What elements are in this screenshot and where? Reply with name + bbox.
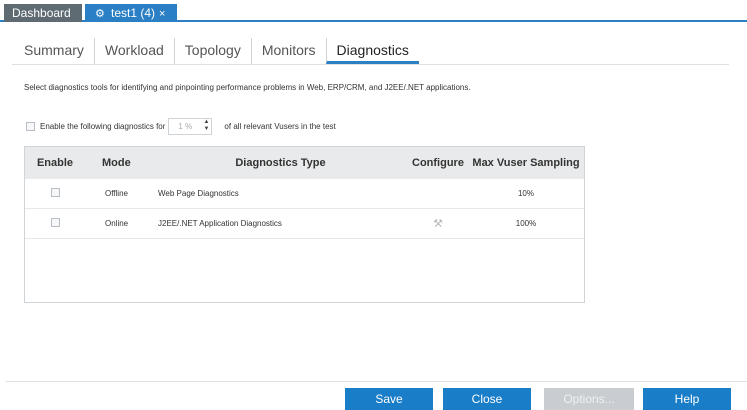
percent-value: 1 % (178, 121, 193, 131)
row-type: J2EE/.NET Application Diagnostics (158, 219, 282, 228)
tab-summary[interactable]: Summary (12, 38, 94, 64)
tab-dashboard[interactable]: Dashboard (4, 4, 82, 22)
document-tab-bar: Dashboard ⚙ test1 (4) × (0, 0, 747, 22)
table-row[interactable]: Online J2EE/.NET Application Diagnostics… (25, 209, 584, 239)
row-mode: Offline (105, 189, 128, 198)
enable-diagnostics-checkbox[interactable] (26, 121, 35, 131)
tab-monitors[interactable]: Monitors (250, 38, 326, 64)
row-enable-cell (25, 188, 85, 199)
row-enable-checkbox[interactable] (50, 188, 60, 197)
tab-diagnostics[interactable]: Diagnostics (325, 38, 419, 64)
table-header: Enable Mode Diagnostics Type Configure M… (25, 147, 584, 179)
tab-divider (12, 64, 729, 65)
tab-test1-label: test1 (4) (111, 6, 156, 20)
col-max-sampling: Max Vuser Sampling (472, 157, 580, 169)
stepper-arrows[interactable]: ▲ ▼ (201, 119, 211, 134)
col-configure: Configure (412, 157, 464, 169)
sub-tab-bar: Summary Workload Topology Monitors Diagn… (12, 36, 419, 64)
arrow-down-icon[interactable]: ▼ (203, 126, 209, 132)
tab-topology[interactable]: Topology (173, 38, 251, 64)
table-row[interactable]: Offline Web Page Diagnostics 10% (25, 179, 584, 209)
tab-workload[interactable]: Workload (93, 38, 174, 64)
col-mode: Mode (102, 157, 131, 169)
options-button[interactable]: Options... (544, 388, 634, 410)
row-max-sampling: 100% (515, 219, 537, 228)
row-enable-cell (25, 218, 85, 229)
close-icon[interactable]: × (159, 8, 165, 20)
page-description: Select diagnostics tools for identifying… (24, 83, 471, 92)
tab-test1[interactable]: ⚙ test1 (4) × (85, 4, 177, 22)
test-icon: ⚙ (95, 8, 105, 20)
save-button[interactable]: Save (345, 388, 433, 410)
enable-diagnostics-label: Enable the following diagnostics for (40, 121, 166, 131)
vusers-label: of all relevant Vusers in the test (224, 121, 336, 131)
row-enable-checkbox[interactable] (50, 218, 60, 227)
row-mode: Online (105, 219, 129, 228)
help-button[interactable]: Help (643, 388, 731, 410)
enable-diagnostics-row: Enable the following diagnostics for 1 %… (26, 117, 336, 135)
row-max-sampling: 10% (517, 189, 534, 198)
arrow-up-icon[interactable]: ▲ (203, 119, 209, 125)
diagnostics-table: Enable Mode Diagnostics Type Configure M… (24, 146, 585, 303)
footer-divider (6, 381, 747, 382)
wrench-icon[interactable]: ⚒ (433, 218, 443, 230)
close-button[interactable]: Close (443, 388, 531, 410)
col-enable: Enable (36, 157, 74, 169)
percent-stepper[interactable]: 1 % ▲ ▼ (168, 117, 213, 135)
row-type: Web Page Diagnostics (158, 189, 239, 198)
col-type: Diagnostics Type (235, 157, 326, 169)
row-configure: ⚒ (408, 217, 468, 230)
